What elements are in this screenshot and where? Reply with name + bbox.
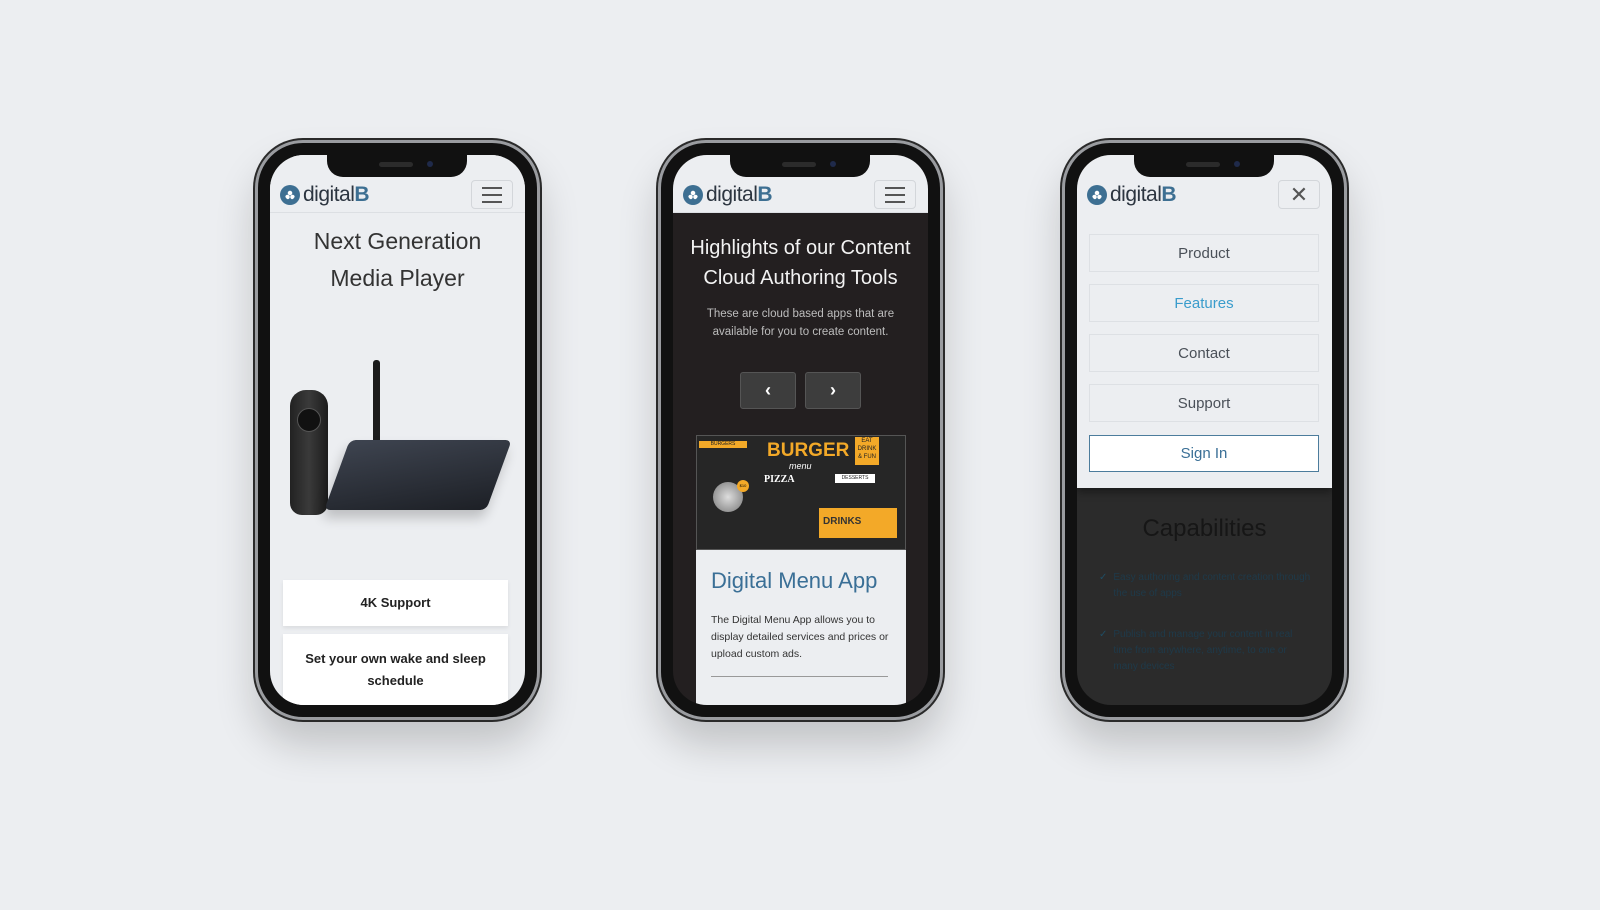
capability-item: ✓ Publish and manage your content in real… <box>1099 627 1314 675</box>
page-title: Next Generation Media Player <box>313 228 482 291</box>
divider <box>711 676 888 677</box>
feature-card: 4K Support <box>283 580 508 626</box>
feature-card: Set your own wake and sleep schedule <box>283 634 508 705</box>
close-icon: ✕ <box>1289 182 1309 207</box>
nav-item-features[interactable]: Features <box>1089 284 1319 322</box>
section-title: Highlights of our Content Cloud Authoring… <box>690 237 911 289</box>
hamburger-menu-button[interactable] <box>471 180 513 209</box>
phone-screen: digitalB Next Generation Media Player 4K … <box>270 155 525 705</box>
phone-notch <box>730 155 870 177</box>
nav-item-support[interactable]: Support <box>1089 384 1319 422</box>
phone-notch <box>1134 155 1274 177</box>
nav-menu-panel: digitalB ✕ Product Features Contact Supp… <box>1077 155 1332 488</box>
nav-item-product[interactable]: Product <box>1089 234 1319 272</box>
carousel-prev-button[interactable]: ‹ <box>740 372 796 409</box>
app-card-text: The Digital Menu App allows you to displ… <box>711 614 889 660</box>
digitalb-logo[interactable]: digitalB <box>280 183 370 207</box>
phone-mockup-2: digitalB Highlights of our Content Cloud … <box>658 140 943 720</box>
phone-screen: digitalB Highlights of our Content Cloud … <box>673 155 928 705</box>
logo-icon <box>683 185 703 205</box>
carousel-next-button[interactable]: › <box>805 372 861 409</box>
check-icon: ✓ <box>1099 572 1108 583</box>
app-card[interactable]: BURGERS BURGER menu EAT DRINK & FUN PIZZ… <box>696 435 906 705</box>
section-subtitle: These are cloud based apps that are avail… <box>706 308 895 338</box>
app-card-title: Digital Menu App <box>711 568 878 593</box>
chevron-left-icon: ‹ <box>765 380 771 400</box>
digitalb-logo[interactable]: digitalB <box>683 183 773 207</box>
close-menu-button[interactable]: ✕ <box>1278 180 1320 209</box>
media-player-image <box>285 360 512 535</box>
chevron-right-icon: › <box>830 380 836 400</box>
capability-item: ✓ Easy authoring and content creation thr… <box>1099 570 1314 602</box>
phone-screen: digitalB ✕ Product Features Contact Supp… <box>1077 155 1332 705</box>
burger-menu-image: BURGERS BURGER menu EAT DRINK & FUN PIZZ… <box>696 435 906 550</box>
hamburger-menu-button[interactable] <box>874 180 916 209</box>
phone-mockup-1: digitalB Next Generation Media Player 4K … <box>255 140 540 720</box>
phone-mockup-3: digitalB ✕ Product Features Contact Supp… <box>1062 140 1347 720</box>
digitalb-logo[interactable]: digitalB <box>1087 183 1177 207</box>
capabilities-title: Capabilities <box>1142 515 1267 542</box>
phone-notch <box>327 155 467 177</box>
sign-in-button[interactable]: Sign In <box>1089 435 1319 472</box>
logo-icon <box>280 185 300 205</box>
logo-icon <box>1087 185 1107 205</box>
nav-item-contact[interactable]: Contact <box>1089 334 1319 372</box>
check-icon: ✓ <box>1099 629 1108 640</box>
